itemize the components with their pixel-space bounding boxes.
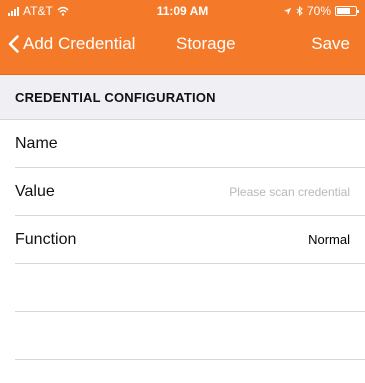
empty-row [15, 264, 365, 312]
value-field[interactable]: Value Please scan credential [15, 168, 365, 216]
function-value: Normal [308, 232, 350, 247]
status-bar: AT&T 11:09 AM 70% [0, 0, 365, 22]
save-button[interactable]: Save [311, 34, 350, 54]
chevron-left-icon [8, 35, 19, 53]
back-label: Add Credential [23, 34, 136, 53]
status-right: 70% [283, 4, 359, 18]
name-label: Name [15, 134, 58, 152]
location-icon [283, 7, 292, 15]
battery-icon [335, 6, 359, 16]
value-label: Value [15, 182, 55, 200]
back-button[interactable]: Add Credential [8, 34, 135, 54]
function-field[interactable]: Function Normal [15, 216, 365, 264]
battery-fill [337, 8, 350, 14]
navigation-bar: Add Credential Storage Save [0, 22, 365, 75]
value-placeholder: Please scan credential [229, 184, 350, 199]
empty-row [15, 312, 365, 360]
section-header: CREDENTIAL CONFIGURATION [0, 75, 365, 120]
name-field[interactable]: Name [15, 120, 365, 168]
page-title: Storage [176, 34, 236, 53]
battery-percent: 70% [306, 4, 331, 18]
function-label: Function [15, 230, 77, 248]
bluetooth-icon [296, 6, 303, 16]
